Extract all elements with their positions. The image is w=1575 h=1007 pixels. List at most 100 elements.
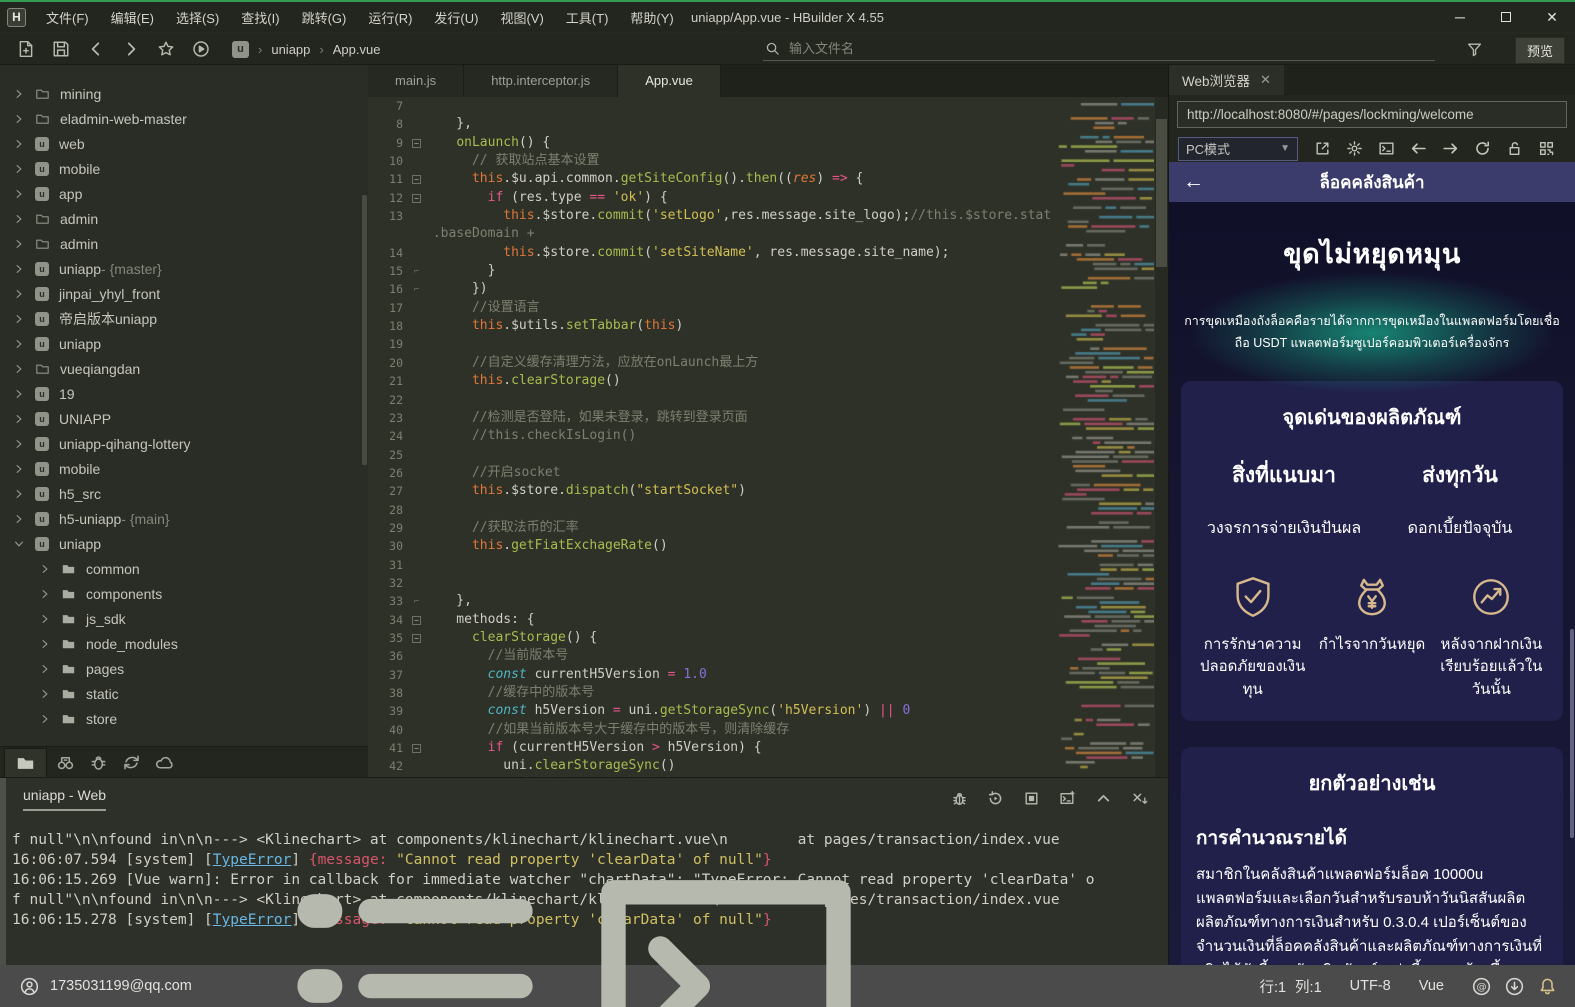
convert-icon[interactable] [122,753,141,772]
chevron-right-icon[interactable] [13,463,25,475]
console-tab[interactable]: uniapp - Web [23,787,106,811]
chevron-down-icon[interactable] [13,538,25,550]
search-input[interactable] [787,40,1347,57]
chevron-right-icon[interactable] [13,238,25,250]
page-scrollbar[interactable] [1570,629,1574,838]
chevron-right-icon[interactable] [39,663,51,675]
console-resize-gutter[interactable] [0,778,6,967]
code-line[interactable]: 30 this.getFiatExchageRate() [368,537,1052,555]
code-line[interactable]: 11− this.$u.api.common.getSiteConfig().t… [368,170,1052,188]
back-arrow-icon[interactable]: ← [1183,170,1204,194]
code-line[interactable]: 33⌐ }, [368,592,1052,610]
code-line[interactable]: 20 //自定义缓存清理方法，应放在onLaunch最上方 [368,354,1052,372]
menu-f[interactable]: 文件(F) [35,2,100,32]
menu-r[interactable]: 运行(R) [357,2,423,32]
code-line[interactable]: 7 [368,97,1052,115]
account-icon[interactable] [20,977,39,996]
breadcrumb-project[interactable]: uniapp [271,42,310,57]
chevron-right-icon[interactable] [13,263,25,275]
tree-item-uniapp[interactable]: uuniapp [0,331,362,356]
terminal-icon[interactable] [576,836,876,1007]
binoculars-icon[interactable] [56,753,75,772]
back-icon[interactable] [87,40,105,58]
fold-marker-icon[interactable]: − [408,739,425,757]
debug-icon[interactable] [89,753,108,772]
chevron-right-icon[interactable] [13,288,25,300]
code-line[interactable]: 40 //如果当前版本号大于缓存中的版本号，则清除缓存 [368,721,1052,739]
browser-tab[interactable]: Web浏览器 ✕ [1169,65,1284,95]
code-line[interactable]: 9− onLaunch() { [368,134,1052,152]
code-line[interactable]: 15⌐ } [368,262,1052,280]
arrow-left-icon[interactable] [1410,140,1427,157]
tree-item-mobile[interactable]: umobile [0,456,362,481]
chevron-right-icon[interactable] [13,338,25,350]
tree-item-common[interactable]: common [0,556,362,581]
tree-item-帝启版本uniapp[interactable]: u帝启版本uniapp [0,306,362,331]
tree-item-UNIAPP[interactable]: uUNIAPP [0,406,362,431]
cursor-line[interactable]: 行:1 [1259,976,1286,997]
sidebar-tab-projects[interactable] [4,748,47,777]
menu-y[interactable]: 帮助(Y) [619,2,684,32]
chevron-right-icon[interactable] [13,413,25,425]
run-icon[interactable] [192,40,210,58]
tree-item-mobile[interactable]: umobile [0,156,362,181]
code-line[interactable]: 34− methods: { [368,611,1052,629]
star-icon[interactable] [157,40,175,58]
code-line[interactable]: 38 //缓存中的版本号 [368,684,1052,702]
chevron-right-icon[interactable] [39,613,51,625]
collapse-icon[interactable] [1095,790,1112,807]
breadcrumb-file[interactable]: App.vue [333,42,381,57]
chevron-right-icon[interactable] [39,563,51,575]
chevron-right-icon[interactable] [13,138,25,150]
menu-v[interactable]: 视图(V) [489,2,554,32]
tree-item-pages[interactable]: pages [0,656,362,681]
menu-g[interactable]: 跳转(G) [291,2,358,32]
chevron-right-icon[interactable] [13,363,25,375]
code-line[interactable]: 10 // 获取站点基本设置 [368,152,1052,170]
code-line[interactable]: 41− if (currentH5Version > h5Version) { [368,739,1052,757]
fold-marker-icon[interactable]: − [408,134,425,152]
code-line[interactable]: 42 uni.clearStorageSync() [368,757,1052,775]
preview-button[interactable]: 预览 [1515,37,1565,64]
code-line[interactable]: 27 this.$store.dispatch("startSocket") [368,482,1052,500]
maximize-button[interactable] [1483,2,1529,32]
cursor-column[interactable]: 列:1 [1295,976,1322,997]
close-icon[interactable]: ✕ [1260,72,1271,88]
chevron-right-icon[interactable] [39,713,51,725]
arrow-right-icon[interactable] [1442,140,1459,157]
editor-tab-http.interceptor.js[interactable]: http.interceptor.js [464,65,618,97]
restart-icon[interactable] [987,790,1004,807]
code-line[interactable]: 12− if (res.type == 'ok') { [368,189,1052,207]
language-mode[interactable]: Vue [1419,978,1444,994]
tree-item-node_modules[interactable]: node_modules [0,631,362,656]
task-list-icon[interactable] [258,836,558,1007]
code-line[interactable]: 16⌐ }) [368,280,1052,298]
code-line[interactable]: 26 //开启socket [368,464,1052,482]
new-file-icon[interactable] [17,40,35,58]
code-line[interactable]: 22 [368,391,1052,409]
chevron-right-icon[interactable] [39,638,51,650]
file-search-box[interactable] [763,38,1435,61]
cloud-icon[interactable] [155,753,174,772]
gear-icon[interactable] [1346,140,1363,157]
unlock-icon[interactable] [1506,140,1523,157]
project-manager-icon[interactable] [16,754,35,773]
tree-item-mining[interactable]: mining [0,81,362,106]
terminal-icon[interactable] [1378,140,1395,157]
fold-marker-icon[interactable]: − [408,189,425,207]
code-line[interactable]: 25 [368,446,1052,464]
menu-t[interactable]: 工具(T) [555,2,620,32]
encoding[interactable]: UTF-8 [1350,978,1391,994]
menu-s[interactable]: 选择(S) [165,2,230,32]
tree-item-vueqiangdan[interactable]: vueqiangdan [0,356,362,381]
menu-e[interactable]: 编辑(E) [100,2,165,32]
code-line[interactable]: 32 [368,574,1052,592]
editor-tab-main.js[interactable]: main.js [368,65,464,97]
filter-icon[interactable] [1466,41,1483,58]
chevron-right-icon[interactable] [39,588,51,600]
url-input[interactable]: http://localhost:8080/#/pages/lockming/w… [1177,101,1567,128]
forward-icon[interactable] [122,40,140,58]
menu-u[interactable]: 发行(U) [423,2,489,32]
tree-item-19[interactable]: u19 [0,381,362,406]
tree-item-admin[interactable]: admin [0,231,362,256]
